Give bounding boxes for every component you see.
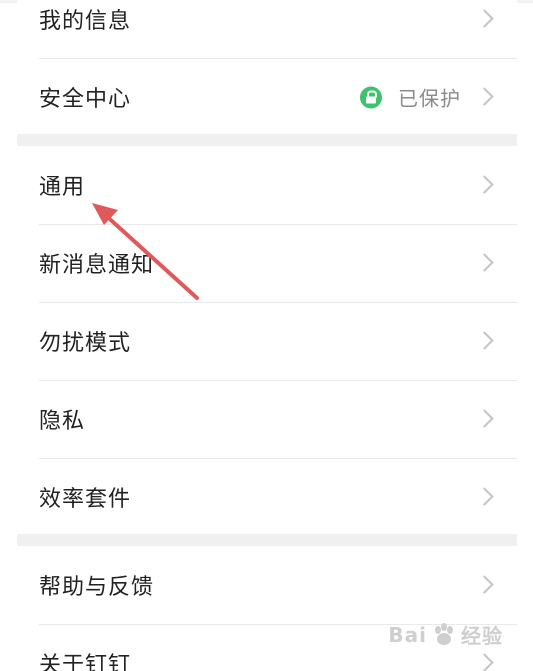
annotation-arrow-shaft [100,210,199,300]
annotation-arrow [92,203,199,300]
watermark-text-left: Bai [388,622,427,647]
baidu-jingyan-watermark: Bai 经验 [388,620,503,649]
watermark-text-right: 经验 [461,624,503,648]
paw-icon [435,622,453,645]
settings-page: 我的信息 安全中心 已保护 通用 新消息通知 勿扰模式 隐私 效率套件 帮助与反… [0,0,533,671]
